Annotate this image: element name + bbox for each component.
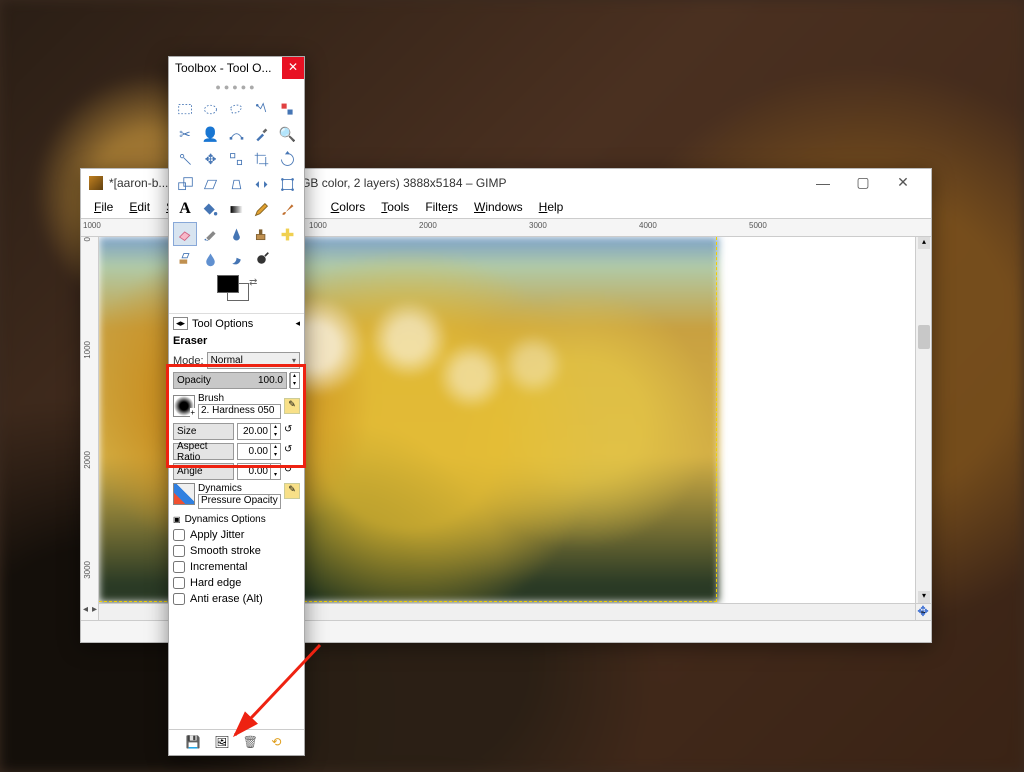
tool-align[interactable]: [224, 147, 248, 171]
tool-options-footer: 💾 🖼 🗑 ⟲: [169, 729, 304, 755]
tool-grid: ✂ 👤 🔍 ✥ A: [169, 95, 304, 273]
toolbox-title: Toolbox - Tool O...: [175, 61, 282, 75]
tool-text[interactable]: A: [173, 197, 197, 221]
save-preset-icon[interactable]: 💾: [186, 735, 202, 751]
tool-perspective[interactable]: [224, 172, 248, 196]
tool-dodge[interactable]: [250, 247, 274, 271]
toolbox-close-button[interactable]: ✕: [282, 57, 304, 79]
tool-scale[interactable]: [173, 172, 197, 196]
ruler-vertical: 0 1000 2000 3000: [81, 237, 99, 603]
tool-options-header: ◂▸ Tool Options ◂: [169, 313, 304, 333]
close-button[interactable]: ✕: [883, 169, 923, 196]
tool-blur[interactable]: [199, 247, 223, 271]
tool-ellipse-select[interactable]: [199, 97, 223, 121]
size-slider[interactable]: Size: [173, 423, 234, 440]
tool-ink[interactable]: [224, 222, 248, 246]
dynamics-label: Dynamics: [198, 483, 281, 494]
aspect-input[interactable]: 0.00▴▾: [237, 443, 281, 460]
hard-edge-checkbox[interactable]: Hard edge: [173, 575, 300, 591]
angle-input[interactable]: 0.00▴▾: [237, 463, 281, 480]
vertical-scrollbar[interactable]: ▴ ▾ ✥: [915, 237, 931, 603]
tool-cage[interactable]: [275, 172, 299, 196]
tool-move[interactable]: ✥: [199, 147, 223, 171]
tool-fuzzy-select[interactable]: [250, 97, 274, 121]
anti-erase-checkbox[interactable]: Anti erase (Alt): [173, 591, 300, 607]
tool-options-label: Tool Options: [192, 318, 295, 330]
dynamics-thumbnail[interactable]: [173, 483, 195, 505]
toolbox-window: Toolbox - Tool O... ✕ ●●●●● ✂ 👤 🔍 ✥ A: [168, 56, 305, 756]
brush-label: Brush: [198, 393, 281, 404]
tool-crop[interactable]: [250, 147, 274, 171]
edit-dynamics-icon[interactable]: ✎: [284, 483, 300, 499]
reset-angle-icon[interactable]: ↺: [284, 464, 300, 480]
tool-scissors[interactable]: ✂: [173, 122, 197, 146]
tool-flip[interactable]: [250, 172, 274, 196]
configure-icon[interactable]: ◂: [295, 318, 300, 329]
dynamics-options-expander[interactable]: ▣Dynamics Options: [173, 512, 300, 527]
dynamics-name[interactable]: Pressure Opacity: [198, 494, 281, 509]
dock-icon[interactable]: ◂▸: [173, 317, 188, 330]
tool-free-select[interactable]: [224, 97, 248, 121]
menu-help[interactable]: Help: [532, 198, 571, 216]
menu-tools[interactable]: Tools: [374, 198, 416, 216]
tool-paths[interactable]: [224, 122, 248, 146]
tool-foreground-select[interactable]: 👤: [199, 122, 223, 146]
tool-color-picker[interactable]: [250, 122, 274, 146]
opacity-slider[interactable]: Opacity100.0: [173, 372, 287, 389]
tool-perspective-clone[interactable]: [173, 247, 197, 271]
edit-brush-icon[interactable]: ✎: [284, 398, 300, 414]
smooth-stroke-checkbox[interactable]: Smooth stroke: [173, 543, 300, 559]
gimp-icon: [89, 176, 103, 190]
minimize-button[interactable]: —: [803, 169, 843, 196]
menu-filters[interactable]: Filters: [418, 198, 465, 216]
tool-bucket-fill[interactable]: [199, 197, 223, 221]
tool-shear[interactable]: [199, 172, 223, 196]
grip-icon[interactable]: ●●●●●: [169, 79, 304, 95]
aspect-slider[interactable]: Aspect Ratio: [173, 443, 234, 460]
tool-blend[interactable]: [224, 197, 248, 221]
foreground-background-colors[interactable]: ⇄: [169, 273, 304, 313]
foreground-color[interactable]: [217, 275, 239, 293]
size-input[interactable]: 20.00▴▾: [237, 423, 281, 440]
tool-measure[interactable]: [173, 147, 197, 171]
maximize-button[interactable]: ▢: [843, 169, 883, 196]
brush-thumbnail[interactable]: +: [173, 395, 195, 417]
apply-jitter-checkbox[interactable]: Apply Jitter: [173, 527, 300, 543]
reset-aspect-icon[interactable]: ↺: [284, 444, 300, 460]
brush-name[interactable]: 2. Hardness 050: [198, 404, 281, 419]
tool-airbrush[interactable]: [199, 222, 223, 246]
restore-preset-icon[interactable]: 🖼: [214, 735, 230, 751]
menu-edit[interactable]: Edit: [122, 198, 157, 216]
reset-size-icon[interactable]: ↺: [284, 424, 300, 440]
mode-select[interactable]: Normal▾: [207, 352, 300, 369]
angle-slider[interactable]: Angle: [173, 463, 234, 480]
tool-zoom[interactable]: 🔍: [275, 122, 299, 146]
delete-preset-icon[interactable]: 🗑: [243, 735, 259, 751]
swap-colors-icon[interactable]: ⇄: [249, 277, 257, 288]
mode-label: Mode:: [173, 355, 204, 367]
tool-options-heading: Eraser: [173, 333, 300, 349]
incremental-checkbox[interactable]: Incremental: [173, 559, 300, 575]
tool-eraser[interactable]: [173, 222, 197, 246]
tool-heal[interactable]: [275, 222, 299, 246]
tool-paintbrush[interactable]: [275, 197, 299, 221]
tool-rotate[interactable]: [275, 147, 299, 171]
toolbox-titlebar[interactable]: Toolbox - Tool O... ✕: [169, 57, 304, 79]
tool-smudge[interactable]: [224, 247, 248, 271]
tool-clone[interactable]: [250, 222, 274, 246]
navigate-icon[interactable]: ✥: [915, 604, 931, 620]
reset-preset-icon[interactable]: ⟲: [271, 735, 287, 751]
menu-windows[interactable]: Windows: [467, 198, 530, 216]
tool-rect-select[interactable]: [173, 97, 197, 121]
tool-pencil[interactable]: [250, 197, 274, 221]
quick-mask-toggle[interactable]: ◂▸: [81, 603, 99, 620]
tool-color-select[interactable]: [275, 97, 299, 121]
menu-file[interactable]: File: [87, 198, 120, 216]
menu-colors[interactable]: Colors: [324, 198, 373, 216]
